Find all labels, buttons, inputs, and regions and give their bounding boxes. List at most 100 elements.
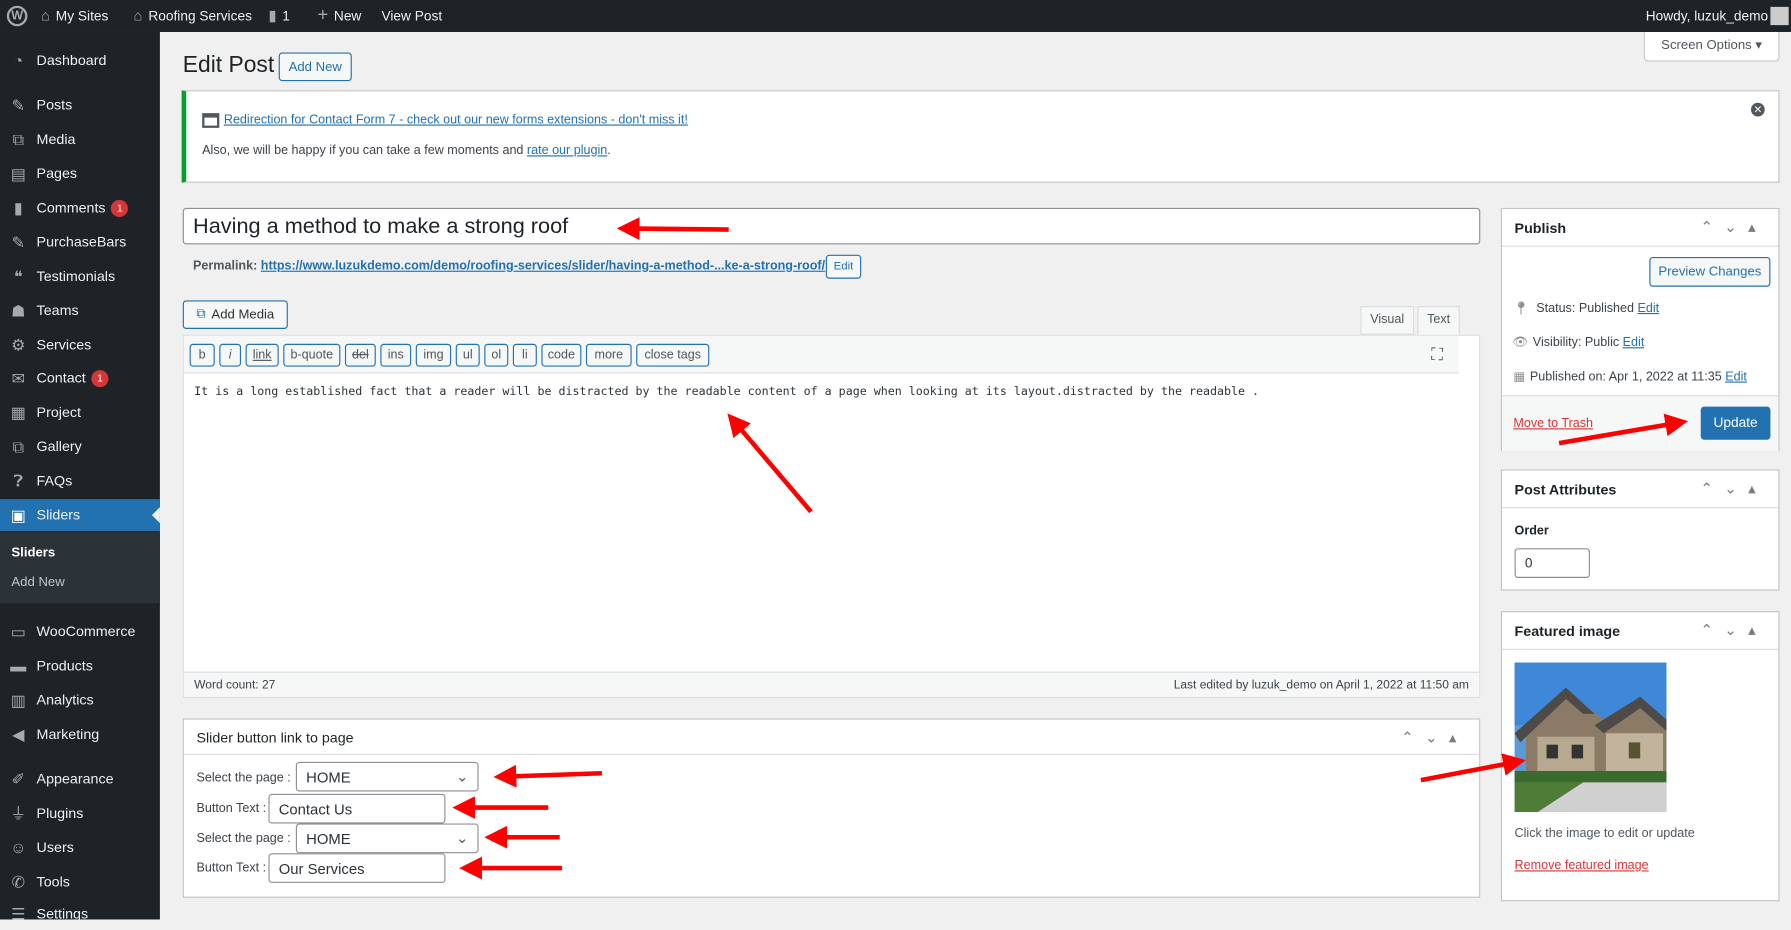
- quicktag-ol[interactable]: ol: [484, 343, 509, 367]
- button-text-1[interactable]: Contact Us: [268, 793, 446, 824]
- fullscreen-icon[interactable]: ⛶: [1431, 345, 1443, 364]
- services-icon: ⚙: [11, 335, 26, 355]
- sidebar-item-posts[interactable]: ✎ Posts: [0, 89, 160, 121]
- button-text-2[interactable]: Our Services: [268, 853, 446, 883]
- move-to-trash-link[interactable]: Move to Trash: [1513, 417, 1593, 431]
- view-post-link[interactable]: View Post: [381, 0, 442, 32]
- featured-image[interactable]: [1514, 662, 1667, 813]
- sliders-submenu: Sliders Add New: [0, 532, 160, 604]
- sidebar-item-faqs[interactable]: ❓︎ FAQs: [0, 465, 160, 497]
- content-textarea[interactable]: It is a long established fact that a rea…: [194, 386, 1450, 399]
- slider-button-box: Slider button link to page ⌃⌄▴ Select th…: [182, 718, 1481, 898]
- notice-link[interactable]: Redirection for Contact Form 7 - check o…: [224, 113, 688, 127]
- plugin-notice: Redirection for Contact Form 7 - check o…: [181, 90, 1780, 183]
- account-menu[interactable]: Howdy, luzuk_demo: [1646, 0, 1768, 32]
- sidebar-item-analytics[interactable]: ▥ Analytics: [0, 684, 160, 716]
- quicktag-b-quote[interactable]: b-quote: [283, 343, 341, 367]
- quicktag-b[interactable]: b: [189, 343, 215, 367]
- edit-visibility-link[interactable]: Edit: [1623, 336, 1645, 350]
- status-row: 📍︎ Status: Published Edit: [1513, 301, 1660, 316]
- sidebar-item-project[interactable]: ▦ Project: [0, 396, 160, 428]
- quicktag-link[interactable]: link: [245, 343, 279, 367]
- sidebar-item-woocommerce[interactable]: ▭ WooCommerce: [0, 616, 160, 648]
- wordpress-logo-icon[interactable]: W: [6, 0, 28, 32]
- rate-plugin-link[interactable]: rate our plugin: [527, 144, 607, 158]
- sidebar-item-testimonials[interactable]: ❝ Testimonials: [0, 260, 160, 292]
- sidebar-item-label: Dashboard: [36, 52, 107, 69]
- sidebar-item-comments[interactable]: ▮ Comments 1: [0, 192, 160, 224]
- select-page-1[interactable]: HOME ⌄: [295, 761, 479, 792]
- users-icon: ☺: [10, 838, 27, 857]
- sidebar-item-label: Analytics: [36, 692, 94, 709]
- sidebar-item-sliders[interactable]: ▣ Sliders: [0, 499, 160, 532]
- sidebar-item-plugins[interactable]: ⏚ Plugins: [0, 797, 160, 829]
- add-media-button[interactable]: ⧉ Add Media: [182, 300, 288, 329]
- sidebar-item-label: Appearance: [36, 770, 114, 787]
- sidebar-item-label: FAQs: [36, 472, 73, 489]
- screen-options-button[interactable]: Screen Options ▾: [1643, 31, 1780, 62]
- submenu-sliders[interactable]: Sliders: [11, 546, 55, 560]
- add-new-button[interactable]: Add New: [278, 52, 352, 82]
- sidebar-item-users[interactable]: ☺ Users: [0, 832, 160, 864]
- box-controls-icon[interactable]: ⌃⌄▴: [1700, 218, 1767, 236]
- tab-text[interactable]: Text: [1417, 306, 1460, 336]
- post-title-input[interactable]: Having a method to make a strong roof: [182, 207, 1481, 245]
- tab-visual[interactable]: Visual: [1360, 306, 1415, 335]
- notice-text: Also, we will be happy if you can take a…: [202, 143, 611, 158]
- quicktag-img[interactable]: img: [415, 343, 452, 367]
- sidebar-item-services[interactable]: ⚙ Services: [0, 329, 160, 361]
- permalink-edit-button[interactable]: Edit: [825, 254, 862, 279]
- sidebar-item-label: Sliders: [36, 507, 81, 524]
- sidebar-item-purchasebars[interactable]: ✎ PurchaseBars: [0, 226, 160, 258]
- sidebar-item-products[interactable]: ▬ Products: [0, 650, 160, 682]
- update-button[interactable]: Update: [1700, 406, 1771, 440]
- word-count: Word count: 27: [194, 678, 276, 693]
- new-link[interactable]: + New: [318, 0, 362, 32]
- eye-icon: 👁︎: [1512, 335, 1529, 350]
- box-controls-icon[interactable]: ⌃⌄▴: [1700, 480, 1767, 498]
- permalink-link[interactable]: https://www.luzukdemo.com/demo/roofing-s…: [261, 259, 825, 273]
- edit-date-link[interactable]: Edit: [1725, 370, 1747, 384]
- box-controls-icon[interactable]: ⌃⌄▴: [1401, 729, 1468, 747]
- quicktag-del[interactable]: del: [344, 343, 376, 367]
- avatar[interactable]: [1770, 6, 1789, 26]
- order-input[interactable]: 0: [1514, 548, 1590, 578]
- button-text-label: Button Text :: [196, 801, 267, 816]
- remove-featured-image-link[interactable]: Remove featured image: [1515, 859, 1649, 873]
- edit-status-link[interactable]: Edit: [1638, 302, 1660, 316]
- woo-icon: ▭: [10, 622, 26, 641]
- my-sites-link[interactable]: ⌂ My Sites: [41, 0, 108, 32]
- sidebar-item-settings[interactable]: ☰ Settings: [0, 898, 160, 930]
- sidebar-item-media[interactable]: ⧉ Media: [0, 123, 160, 155]
- quicktag-close-tags[interactable]: close tags: [636, 343, 710, 367]
- quicktag-ins[interactable]: ins: [380, 343, 412, 367]
- box-controls-icon[interactable]: ⌃⌄▴: [1700, 621, 1767, 639]
- quicktag-more[interactable]: more: [585, 343, 632, 367]
- quicktag-ul[interactable]: ul: [455, 343, 480, 367]
- quicktag-li[interactable]: li: [512, 343, 537, 367]
- sidebar-item-label: Media: [36, 131, 76, 148]
- quicktag-i[interactable]: i: [219, 343, 242, 367]
- sidebar-item-label: Products: [36, 657, 93, 674]
- sidebar-item-gallery[interactable]: ⧉ Gallery: [0, 431, 160, 463]
- sidebar-item-pages[interactable]: ▤ Pages: [0, 158, 160, 190]
- quicktag-code[interactable]: code: [541, 343, 582, 367]
- post-attributes-box: Post Attributes ⌃⌄▴ Order 0: [1500, 469, 1780, 591]
- select-page-label: Select the page :: [196, 831, 291, 846]
- site-link[interactable]: ⌂ Roofing Services: [134, 0, 252, 32]
- select-page-label: Select the page :: [196, 770, 291, 785]
- sidebar-item-contact[interactable]: ✉ Contact 1: [0, 362, 160, 394]
- submenu-add-new[interactable]: Add New: [11, 576, 64, 590]
- sidebar-item-appearance[interactable]: ✐ Appearance: [0, 763, 160, 795]
- sidebar-item-label: Project: [36, 404, 81, 421]
- preview-changes-button[interactable]: Preview Changes: [1649, 256, 1771, 287]
- sidebar-item-dashboard[interactable]: ◔ Dashboard: [0, 45, 160, 77]
- sidebar-item-tools[interactable]: ✆ Tools: [0, 866, 160, 898]
- select-page-2[interactable]: HOME ⌄: [295, 823, 479, 854]
- sidebar-item-teams[interactable]: ☗ Teams: [0, 295, 160, 327]
- sidebar-item-label: Plugins: [36, 805, 84, 822]
- comments-link[interactable]: ▮ 1: [268, 0, 290, 32]
- sidebar-item-marketing[interactable]: ◀ Marketing: [0, 718, 160, 750]
- dismiss-icon[interactable]: ✕: [1750, 102, 1765, 117]
- featured-image-hint: Click the image to edit or update: [1514, 826, 1695, 841]
